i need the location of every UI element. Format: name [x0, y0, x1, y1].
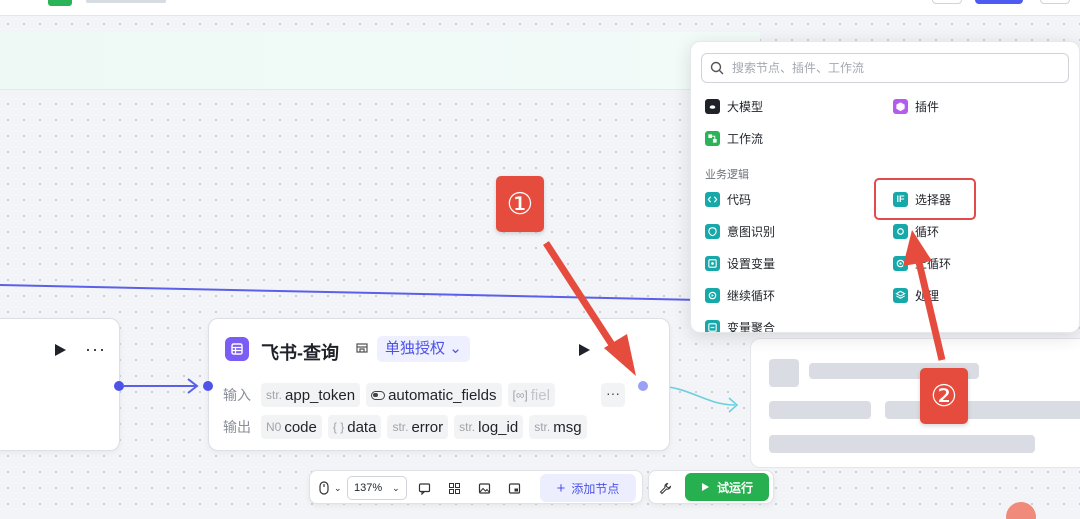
test-run-label: 试运行 — [716, 480, 753, 495]
minimap-button[interactable] — [508, 478, 521, 498]
menu-item-workflow[interactable]: 工作流 — [705, 128, 763, 148]
code-icon — [705, 191, 720, 207]
batch-icon — [893, 287, 908, 303]
plus-icon: + — [556, 479, 566, 497]
intent-icon — [705, 223, 720, 239]
placeholder-node — [750, 338, 1080, 468]
play-icon — [701, 483, 709, 491]
minimap-icon — [508, 482, 521, 494]
previous-node-output-port[interactable] — [114, 381, 124, 391]
output-chip: { } data — [327, 415, 382, 439]
store-icon — [355, 341, 369, 358]
add-node-button[interactable]: + 添加节点 — [540, 474, 636, 502]
feishu-input-port[interactable] — [203, 381, 213, 391]
set-variable-icon — [705, 255, 720, 271]
table-icon — [225, 337, 249, 361]
auth-label: 单独授权 — [385, 340, 446, 357]
continue-loop-icon — [705, 287, 720, 303]
menu-item-code[interactable]: 代码 — [705, 189, 751, 209]
menu-item-loop[interactable]: 循环 — [893, 221, 939, 241]
output-row: 输出 N0 code { } data str. error str. log_id s… — [223, 415, 587, 439]
feishu-query-node[interactable]: 飞书-查询 单独授权 ⌄ 输入 str. app_token automatic_… — [208, 318, 670, 451]
debug-button[interactable] — [659, 478, 672, 498]
more-inputs-button[interactable]: ··· — [601, 383, 625, 407]
test-run-button[interactable]: 试运行 — [685, 473, 769, 501]
output-chip: N0 code — [261, 415, 322, 439]
mouse-mode-button[interactable]: ⌄ — [318, 478, 342, 498]
llm-icon — [705, 98, 720, 114]
input-chip: automatic_fields — [366, 383, 502, 407]
image-icon — [478, 482, 491, 494]
menu-item-set-variable[interactable]: 设置变量 — [705, 253, 775, 273]
toggle-icon — [371, 390, 386, 400]
section-business-logic: 业务逻辑 — [705, 169, 749, 181]
menu-item-plugin[interactable]: 插件 — [893, 96, 939, 116]
output-chip: str. error — [387, 415, 449, 439]
menu-item-intent[interactable]: 意图识别 — [705, 221, 775, 241]
layout-button[interactable] — [448, 478, 461, 498]
input-label: 输入 — [223, 387, 251, 403]
play-icon[interactable] — [577, 343, 591, 357]
input-chip: [∞] fiel — [507, 383, 555, 407]
plugin-icon — [893, 98, 908, 114]
menu-item-variable-merge[interactable]: 变量聚合 — [705, 317, 775, 332]
output-chip: str. msg — [529, 415, 587, 439]
input-chip: str. app_token — [261, 383, 361, 407]
menu-item-batch[interactable]: 处理 — [893, 285, 939, 305]
search-icon — [710, 61, 724, 75]
zoom-select[interactable]: 137% ⌄ — [347, 476, 407, 500]
play-icon[interactable] — [53, 343, 67, 357]
chevron-down-icon: ⌄ — [334, 482, 342, 493]
run-toolbar: 试运行 — [648, 470, 774, 504]
chevron-down-icon: ⌄ — [392, 482, 400, 493]
connector-long — [0, 284, 701, 301]
annotation-badge-1: ① — [496, 176, 544, 232]
add-node-label: 添加节点 — [571, 481, 620, 496]
more-icon[interactable]: ··· — [85, 339, 106, 360]
menu-item-continue-loop[interactable]: 继续循环 — [705, 285, 775, 305]
output-label: 输出 — [223, 419, 251, 435]
array-icon: [∞] — [512, 388, 528, 402]
input-row: 输入 str. app_token automatic_fields [∞] fie… — [223, 383, 555, 407]
wrench-icon — [659, 482, 672, 494]
chevron-down-icon: ⌄ — [449, 340, 462, 357]
selector-highlight-box — [874, 178, 976, 220]
comment-icon — [418, 482, 431, 495]
loop-icon — [893, 223, 908, 239]
comment-button[interactable] — [418, 478, 431, 498]
grid-icon — [449, 482, 460, 494]
loop-end-icon — [893, 255, 908, 271]
previous-node[interactable]: ··· — [0, 318, 120, 451]
annotation-badge-2: ② — [920, 368, 968, 424]
output-chip: str. log_id — [454, 415, 524, 439]
node-title: 飞书-查询 — [261, 343, 339, 363]
search-box[interactable] — [701, 53, 1069, 83]
auth-dropdown[interactable]: 单独授权 ⌄ — [377, 336, 470, 362]
canvas-toolbar: ⌄ 137% ⌄ + 添加节点 — [309, 470, 643, 504]
variable-merge-icon — [705, 319, 720, 332]
image-button[interactable] — [478, 478, 491, 498]
mouse-icon — [319, 481, 329, 495]
workflow-icon — [705, 130, 720, 146]
menu-item-loop-end[interactable]: 上循环 — [893, 253, 951, 273]
menu-item-llm[interactable]: 大模型 — [705, 96, 763, 116]
search-input[interactable] — [732, 61, 1032, 75]
feishu-output-port[interactable] — [638, 381, 648, 391]
zoom-level: 137% — [354, 482, 383, 494]
